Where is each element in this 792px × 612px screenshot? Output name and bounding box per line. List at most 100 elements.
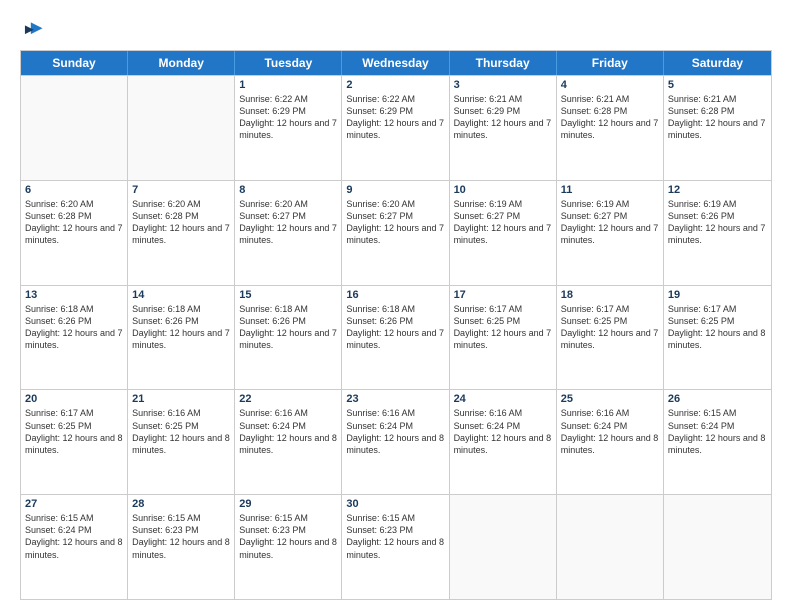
- cal-cell: 2Sunrise: 6:22 AM Sunset: 6:29 PM Daylig…: [342, 76, 449, 180]
- cell-text: Sunrise: 6:18 AM Sunset: 6:26 PM Dayligh…: [25, 303, 123, 352]
- header-day-friday: Friday: [557, 51, 664, 75]
- cell-text: Sunrise: 6:18 AM Sunset: 6:26 PM Dayligh…: [346, 303, 444, 352]
- cal-cell: 24Sunrise: 6:16 AM Sunset: 6:24 PM Dayli…: [450, 390, 557, 494]
- cal-cell: 7 Sunrise: 6:20 AM Sunset: 6:28 PM Daylig…: [128, 181, 235, 285]
- header-day-thursday: Thursday: [450, 51, 557, 75]
- cell-text: Sunrise: 6:22 AM Sunset: 6:29 PM Dayligh…: [239, 93, 337, 142]
- cell-text: Sunrise: 6:17 AM Sunset: 6:25 PM Dayligh…: [454, 303, 552, 352]
- cal-cell: 22 Sunrise: 6:16 AM Sunset: 6:24 PM Dayli…: [235, 390, 342, 494]
- day-number: 11: [561, 184, 659, 196]
- cell-text: Sunrise: 6:21 AM Sunset: 6:28 PM Dayligh…: [561, 93, 659, 142]
- day-number: 6: [25, 184, 123, 196]
- cal-cell: [128, 76, 235, 180]
- header: [20, 18, 772, 40]
- header-day-tuesday: Tuesday: [235, 51, 342, 75]
- cal-cell: [21, 76, 128, 180]
- cell-text: Sunrise: 6:15 AM Sunset: 6:24 PM Dayligh…: [25, 512, 123, 561]
- day-number: 27: [25, 498, 123, 510]
- day-number: 14: [132, 289, 230, 301]
- cell-text: Sunrise: 6:20 AM Sunset: 6:28 PM Dayligh…: [132, 198, 230, 247]
- header-day-saturday: Saturday: [664, 51, 771, 75]
- cell-text: Sunrise: 6:19 AM Sunset: 6:27 PM Dayligh…: [454, 198, 552, 247]
- cell-text: Sunrise: 6:16 AM Sunset: 6:25 PM Dayligh…: [132, 407, 230, 456]
- cell-text: Sunrise: 6:16 AM Sunset: 6:24 PM Dayligh…: [346, 407, 444, 456]
- cal-row-0: 1 Sunrise: 6:22 AM Sunset: 6:29 PM Daylig…: [21, 75, 771, 180]
- cell-text: Sunrise: 6:21 AM Sunset: 6:29 PM Dayligh…: [454, 93, 552, 142]
- day-number: 9: [346, 184, 444, 196]
- day-number: 26: [668, 393, 767, 405]
- cal-cell: [664, 495, 771, 599]
- day-number: 12: [668, 184, 767, 196]
- day-number: 4: [561, 79, 659, 91]
- cal-cell: 10Sunrise: 6:19 AM Sunset: 6:27 PM Dayli…: [450, 181, 557, 285]
- cell-text: Sunrise: 6:18 AM Sunset: 6:26 PM Dayligh…: [132, 303, 230, 352]
- cal-cell: 8 Sunrise: 6:20 AM Sunset: 6:27 PM Daylig…: [235, 181, 342, 285]
- cell-text: Sunrise: 6:17 AM Sunset: 6:25 PM Dayligh…: [668, 303, 767, 352]
- calendar-body: 1 Sunrise: 6:22 AM Sunset: 6:29 PM Daylig…: [21, 75, 771, 599]
- logo-icon: [22, 18, 44, 40]
- day-number: 2: [346, 79, 444, 91]
- calendar-header: SundayMondayTuesdayWednesdayThursdayFrid…: [21, 51, 771, 75]
- cal-cell: 30 Sunrise: 6:15 AM Sunset: 6:23 PM Dayli…: [342, 495, 449, 599]
- cal-cell: 18 Sunrise: 6:17 AM Sunset: 6:25 PM Dayli…: [557, 286, 664, 390]
- cal-cell: 19 Sunrise: 6:17 AM Sunset: 6:25 PM Dayli…: [664, 286, 771, 390]
- day-number: 16: [346, 289, 444, 301]
- cell-text: Sunrise: 6:16 AM Sunset: 6:24 PM Dayligh…: [561, 407, 659, 456]
- day-number: 28: [132, 498, 230, 510]
- cal-cell: 21 Sunrise: 6:16 AM Sunset: 6:25 PM Dayli…: [128, 390, 235, 494]
- cal-cell: 27 Sunrise: 6:15 AM Sunset: 6:24 PM Dayli…: [21, 495, 128, 599]
- cal-cell: [557, 495, 664, 599]
- cal-cell: 13Sunrise: 6:18 AM Sunset: 6:26 PM Dayli…: [21, 286, 128, 390]
- cal-cell: 20 Sunrise: 6:17 AM Sunset: 6:25 PM Dayli…: [21, 390, 128, 494]
- day-number: 17: [454, 289, 552, 301]
- cal-cell: 14 Sunrise: 6:18 AM Sunset: 6:26 PM Dayli…: [128, 286, 235, 390]
- calendar: SundayMondayTuesdayWednesdayThursdayFrid…: [20, 50, 772, 600]
- cal-cell: 15 Sunrise: 6:18 AM Sunset: 6:26 PM Dayli…: [235, 286, 342, 390]
- day-number: 23: [346, 393, 444, 405]
- cal-cell: 11 Sunrise: 6:19 AM Sunset: 6:27 PM Dayli…: [557, 181, 664, 285]
- cell-text: Sunrise: 6:19 AM Sunset: 6:27 PM Dayligh…: [561, 198, 659, 247]
- day-number: 15: [239, 289, 337, 301]
- day-number: 25: [561, 393, 659, 405]
- cal-row-2: 13Sunrise: 6:18 AM Sunset: 6:26 PM Dayli…: [21, 285, 771, 390]
- cal-row-1: 6 Sunrise: 6:20 AM Sunset: 6:28 PM Daylig…: [21, 180, 771, 285]
- cal-cell: [450, 495, 557, 599]
- day-number: 1: [239, 79, 337, 91]
- cell-text: Sunrise: 6:20 AM Sunset: 6:27 PM Dayligh…: [346, 198, 444, 247]
- cal-cell: 12Sunrise: 6:19 AM Sunset: 6:26 PM Dayli…: [664, 181, 771, 285]
- cell-text: Sunrise: 6:17 AM Sunset: 6:25 PM Dayligh…: [25, 407, 123, 456]
- day-number: 22: [239, 393, 337, 405]
- cal-cell: 26Sunrise: 6:15 AM Sunset: 6:24 PM Dayli…: [664, 390, 771, 494]
- cal-cell: 29 Sunrise: 6:15 AM Sunset: 6:23 PM Dayli…: [235, 495, 342, 599]
- day-number: 8: [239, 184, 337, 196]
- cell-text: Sunrise: 6:15 AM Sunset: 6:23 PM Dayligh…: [132, 512, 230, 561]
- cell-text: Sunrise: 6:20 AM Sunset: 6:27 PM Dayligh…: [239, 198, 337, 247]
- day-number: 29: [239, 498, 337, 510]
- cal-cell: 4 Sunrise: 6:21 AM Sunset: 6:28 PM Daylig…: [557, 76, 664, 180]
- cell-text: Sunrise: 6:20 AM Sunset: 6:28 PM Dayligh…: [25, 198, 123, 247]
- cell-text: Sunrise: 6:16 AM Sunset: 6:24 PM Dayligh…: [454, 407, 552, 456]
- day-number: 19: [668, 289, 767, 301]
- cal-row-3: 20 Sunrise: 6:17 AM Sunset: 6:25 PM Dayli…: [21, 389, 771, 494]
- cell-text: Sunrise: 6:15 AM Sunset: 6:23 PM Dayligh…: [346, 512, 444, 561]
- cal-cell: 17 Sunrise: 6:17 AM Sunset: 6:25 PM Dayli…: [450, 286, 557, 390]
- day-number: 7: [132, 184, 230, 196]
- cal-cell: 16 Sunrise: 6:18 AM Sunset: 6:26 PM Dayli…: [342, 286, 449, 390]
- day-number: 20: [25, 393, 123, 405]
- day-number: 3: [454, 79, 552, 91]
- header-day-wednesday: Wednesday: [342, 51, 449, 75]
- cell-text: Sunrise: 6:15 AM Sunset: 6:23 PM Dayligh…: [239, 512, 337, 561]
- cal-cell: 23 Sunrise: 6:16 AM Sunset: 6:24 PM Dayli…: [342, 390, 449, 494]
- day-number: 30: [346, 498, 444, 510]
- page: SundayMondayTuesdayWednesdayThursdayFrid…: [0, 0, 792, 612]
- day-number: 21: [132, 393, 230, 405]
- header-day-sunday: Sunday: [21, 51, 128, 75]
- cal-cell: 6 Sunrise: 6:20 AM Sunset: 6:28 PM Daylig…: [21, 181, 128, 285]
- cal-cell: 3 Sunrise: 6:21 AM Sunset: 6:29 PM Daylig…: [450, 76, 557, 180]
- cal-cell: 5Sunrise: 6:21 AM Sunset: 6:28 PM Daylig…: [664, 76, 771, 180]
- cell-text: Sunrise: 6:17 AM Sunset: 6:25 PM Dayligh…: [561, 303, 659, 352]
- cell-text: Sunrise: 6:16 AM Sunset: 6:24 PM Dayligh…: [239, 407, 337, 456]
- day-number: 18: [561, 289, 659, 301]
- cell-text: Sunrise: 6:18 AM Sunset: 6:26 PM Dayligh…: [239, 303, 337, 352]
- logo: [20, 18, 44, 40]
